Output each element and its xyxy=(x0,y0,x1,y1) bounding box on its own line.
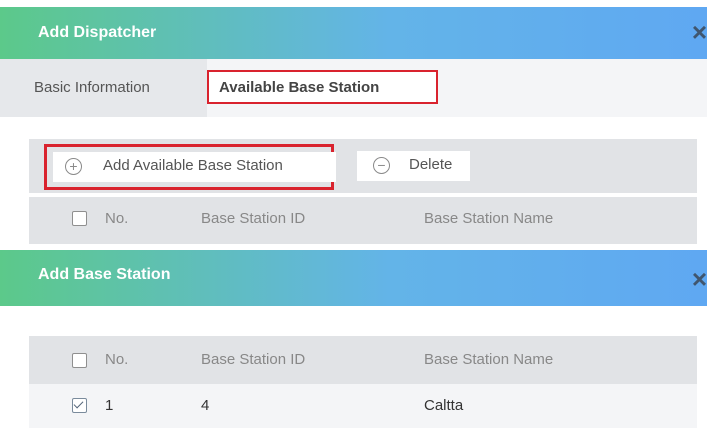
table-header-row: No. Base Station ID Base Station Name xyxy=(29,197,697,241)
cell-base-station-id: 4 xyxy=(201,397,210,414)
cell-base-station-name: Caltta xyxy=(424,397,464,414)
column-header-base-station-id: Base Station ID xyxy=(201,351,306,368)
column-header-no: No. xyxy=(105,210,129,227)
cell-no: 1 xyxy=(105,397,114,414)
column-header-base-station-name: Base Station Name xyxy=(424,210,554,227)
tab-available-base-station[interactable]: Available Base Station xyxy=(207,70,438,104)
button-body: + Add Available Base Station xyxy=(53,152,336,182)
table-row[interactable]: 1 4 Caltta xyxy=(29,384,697,428)
button-label: Delete xyxy=(409,156,453,173)
close-icon[interactable]: × xyxy=(692,15,707,49)
select-all-checkbox[interactable] xyxy=(72,211,87,226)
available-base-station-table: No. Base Station ID Base Station Name xyxy=(29,197,697,244)
tab-basic-information[interactable]: Basic Information xyxy=(0,59,207,117)
column-header-no: No. xyxy=(105,351,129,368)
close-icon[interactable]: × xyxy=(692,262,707,296)
add-dispatcher-header: Add Dispatcher × xyxy=(0,7,707,59)
add-available-base-station-button[interactable]: + Add Available Base Station xyxy=(44,144,336,190)
dialog-title: Add Dispatcher xyxy=(38,24,157,41)
column-header-base-station-name: Base Station Name xyxy=(424,351,554,368)
column-header-base-station-id: Base Station ID xyxy=(201,210,306,227)
base-station-table: No. Base Station ID Base Station Name 1 … xyxy=(29,330,697,441)
plus-circle-icon: + xyxy=(65,158,82,175)
select-all-checkbox[interactable] xyxy=(72,353,87,368)
row-checkbox[interactable] xyxy=(72,398,87,413)
tab-strip: Basic Information Available Base Station xyxy=(0,59,707,117)
minus-circle-icon: − xyxy=(373,157,390,174)
delete-button[interactable]: − Delete xyxy=(357,151,470,181)
dialog-title: Add Base Station xyxy=(38,266,171,283)
tab-label: Basic Information xyxy=(34,79,150,96)
table-header-row: No. Base Station ID Base Station Name xyxy=(29,336,697,384)
tab-label: Available Base Station xyxy=(219,79,380,96)
button-label: Add Available Base Station xyxy=(103,157,283,174)
table-toolbar: + Add Available Base Station − Delete xyxy=(29,139,697,193)
add-base-station-header: Add Base Station × xyxy=(0,250,707,306)
